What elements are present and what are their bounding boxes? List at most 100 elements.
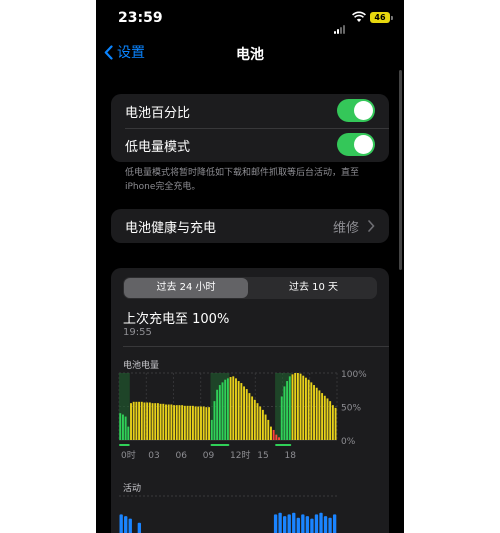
battery-bar (248, 393, 251, 440)
battery-bar (272, 429, 275, 440)
battery-bar (130, 403, 132, 440)
battery-bar (119, 413, 122, 440)
battery-bar (162, 403, 165, 440)
battery-bar (318, 390, 321, 440)
x-tick-label: 0时 (121, 449, 136, 461)
activity-bar (332, 514, 337, 533)
navigation-bar: 设置 电池 (96, 36, 404, 68)
activity-bar (119, 514, 123, 533)
battery-bar (156, 403, 159, 440)
activity-bar (128, 518, 132, 533)
activity-bar (283, 516, 287, 533)
battery-bar (216, 389, 219, 440)
battery-bar (173, 405, 176, 440)
activity-bar (273, 514, 278, 533)
battery-bar (186, 405, 189, 440)
chevron-right-icon (368, 220, 375, 232)
battery-bar (240, 383, 243, 440)
battery-bar (205, 407, 208, 440)
battery-bar (127, 426, 130, 440)
battery-bar (229, 377, 232, 440)
wifi-icon (352, 11, 366, 22)
battery-bar (291, 374, 294, 440)
charging-indicator (275, 444, 292, 446)
battery-bar (175, 405, 178, 440)
x-tick-label: 18 (285, 451, 297, 461)
battery-percentage-label: 电池百分比 (125, 105, 191, 121)
battery-bar (256, 403, 259, 440)
battery-bar (200, 406, 202, 440)
battery-bar (329, 401, 332, 440)
activity-bar (137, 522, 142, 533)
battery-bar (178, 405, 181, 440)
y-tick-label: 100% (341, 370, 367, 380)
activity-bar (292, 512, 296, 533)
battery-bar (313, 385, 315, 440)
battery-bar (283, 386, 286, 440)
activity-bar (296, 517, 300, 533)
activity-bar (124, 516, 128, 533)
battery-bar (288, 376, 291, 440)
battery-percentage-toggle[interactable] (337, 99, 375, 122)
low-power-mode-label: 低电量模式 (125, 139, 191, 155)
battery-bar (221, 382, 224, 440)
y-tick-label: 50% (341, 404, 361, 414)
activity-bar (301, 514, 305, 533)
phone-screen: 23:59 46 设置 电池 电池百分比 低电量模式 低电量模式将暂时降低如下载… (96, 0, 404, 533)
battery-bar (202, 406, 205, 440)
battery-bar (278, 437, 280, 440)
battery-bar (323, 395, 326, 440)
battery-level-chart: 100% 50% 0% 0时 03 06 09 12时 15 18 (118, 370, 367, 533)
battery-bar (253, 399, 256, 440)
activity-bar (319, 512, 323, 533)
battery-health-label: 电池健康与充电 (125, 220, 217, 236)
charging-period-shade (275, 373, 292, 440)
battery-bar (315, 387, 318, 440)
battery-bar (235, 378, 237, 440)
battery-health-value: 维修 (332, 220, 359, 236)
battery-bar (334, 407, 337, 440)
status-bar: 23:59 46 (96, 0, 404, 34)
low-power-mode-row: 低电量模式 (111, 128, 389, 162)
battery-bar (294, 373, 297, 440)
battery-percentage-row: 电池百分比 (111, 94, 389, 128)
battery-bar (224, 379, 227, 440)
battery-bar (305, 377, 307, 440)
low-power-mode-toggle[interactable] (337, 133, 375, 156)
y-tick-label: 0% (341, 437, 356, 447)
activity-bar (314, 514, 319, 533)
low-power-footnote: 低电量模式将暂时降低如下载和邮件抓取等后台活动，直至iPhone完全充电。 (125, 168, 360, 192)
charging-indicator (119, 444, 130, 446)
battery-bar (243, 386, 245, 440)
battery-bar (302, 375, 305, 440)
battery-bar (275, 434, 278, 440)
battery-bar (286, 381, 289, 440)
battery-bar (296, 373, 299, 440)
battery-bar (259, 406, 262, 440)
battery-bar (143, 402, 146, 440)
scrollbar[interactable] (399, 70, 402, 270)
x-tick-label: 03 (148, 451, 159, 461)
battery-bar (237, 381, 240, 440)
page-title: 电池 (236, 47, 264, 63)
battery-bar (165, 404, 167, 440)
battery-health-row[interactable]: 电池健康与充电 维修 (111, 209, 389, 243)
battery-bar (191, 405, 194, 440)
battery-bar (331, 405, 334, 440)
battery-bar (226, 378, 229, 440)
battery-bar (159, 403, 162, 440)
activity-bar (323, 516, 328, 533)
battery-bar (261, 409, 264, 440)
x-tick-label: 09 (203, 451, 215, 461)
activity-bar (305, 516, 310, 533)
battery-bar (194, 406, 197, 440)
activity-bar (278, 512, 282, 533)
battery-bar (140, 401, 143, 440)
battery-bar (310, 382, 313, 440)
battery-bar (213, 401, 216, 440)
activity-bar (328, 517, 332, 533)
battery-bar (251, 396, 254, 440)
battery-bar (210, 419, 213, 440)
battery-bar (299, 373, 302, 440)
battery-bar (167, 404, 170, 440)
